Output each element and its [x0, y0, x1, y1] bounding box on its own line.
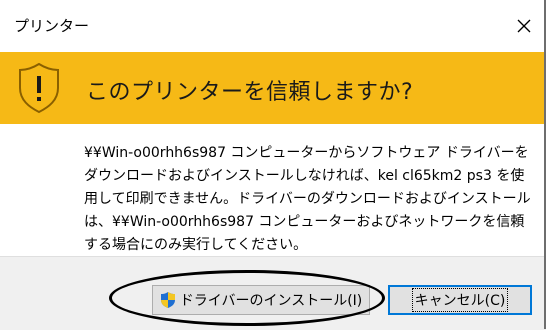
cancel-button[interactable]: キャンセル(C): [388, 285, 532, 315]
uac-shield-icon: [160, 292, 175, 308]
install-driver-label: ドライバーのインストール(I): [179, 293, 363, 309]
message-body: ¥¥Win-o00rhh6s987 コンピューターからソフトウェア ドライバーを…: [84, 142, 536, 257]
button-bar: ドライバーのインストール(I) キャンセル(C): [0, 256, 546, 330]
dialog-window: プリンター このプリンターを信頼しますか? ¥¥Win-o00rhh6s987 …: [0, 0, 546, 330]
message-line: 用して印刷できません。ドライバーのダウンロードおよびインストール: [84, 191, 531, 207]
message-line: は、¥¥Win-o00rhh6s987 コンピューターおよびネットワークを信頼: [84, 214, 525, 230]
close-button[interactable]: [506, 8, 542, 44]
shield-warning-icon: [19, 62, 59, 114]
message-line: ダウンロードおよびインストールしなければ、kel cl65km2 ps3 を使: [84, 168, 525, 184]
install-driver-button[interactable]: ドライバーのインストール(I): [152, 285, 370, 315]
title-bar: プリンター: [0, 0, 546, 52]
warning-banner: このプリンターを信頼しますか?: [0, 52, 546, 124]
banner-heading: このプリンターを信頼しますか?: [86, 80, 414, 105]
message-line: する場合にのみ実行してください。: [84, 237, 308, 253]
message-line: ¥¥Win-o00rhh6s987 コンピューターからソフトウェア ドライバーを: [84, 145, 529, 161]
close-icon: [517, 19, 531, 33]
window-title: プリンター: [14, 17, 90, 35]
cancel-label: キャンセル(C): [411, 288, 509, 312]
